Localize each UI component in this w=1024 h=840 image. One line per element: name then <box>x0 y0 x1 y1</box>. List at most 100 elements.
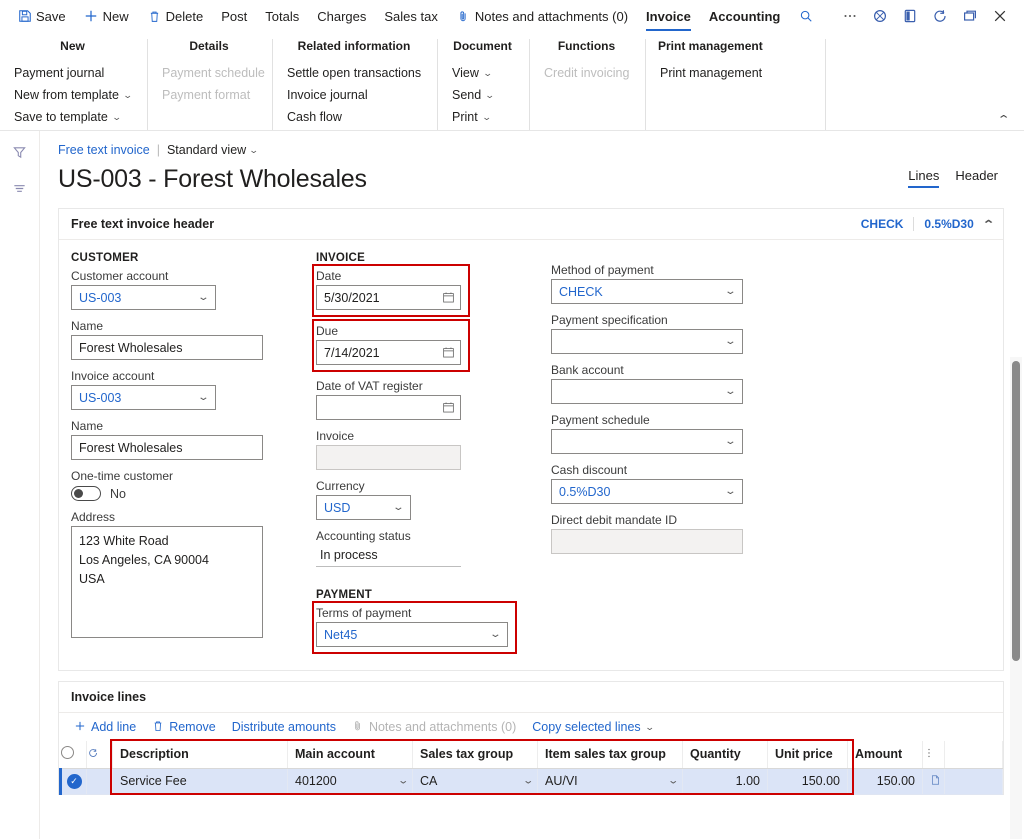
row-indicator-cell <box>86 768 113 795</box>
chevron-up-icon[interactable]: ⌃ <box>982 218 995 231</box>
invoice-account-name-input[interactable]: Forest Wholesales <box>71 435 263 460</box>
calendar-icon[interactable] <box>441 290 456 305</box>
cell-item-sales-tax-group[interactable]: AU/VI ⌄ <box>537 768 683 795</box>
ribbon-settle-open-transactions[interactable]: Settle open transactions <box>285 62 423 84</box>
col-main-account[interactable]: Main account <box>287 741 413 769</box>
cell-main-account[interactable]: 401200 ⌄ <box>287 768 413 795</box>
direct-debit-mandate-id-label: Direct debit mandate ID <box>551 513 678 527</box>
vertical-scrollbar-thumb[interactable] <box>1012 361 1020 661</box>
col-sales-tax-group[interactable]: Sales tax group <box>412 741 538 769</box>
cell-sales-tax-group[interactable]: CA ⌄ <box>412 768 538 795</box>
tab-lines[interactable]: Lines <box>908 168 940 188</box>
invoice-date-input[interactable]: 5/30/2021 <box>316 285 461 310</box>
payment-section-title: PAYMENT <box>316 589 373 601</box>
currency-input[interactable]: USD ⌄ <box>316 495 411 520</box>
ribbon-view[interactable]: View ⌄ <box>450 62 515 84</box>
cell-filler <box>944 768 1003 795</box>
chevron-up-icon[interactable]: ⌃ <box>996 113 1010 126</box>
payment-schedule-input[interactable]: ⌄ <box>551 429 743 454</box>
ribbon-print-management[interactable]: Print management <box>658 62 811 84</box>
ribbon-group-document-title: Document <box>453 39 512 53</box>
command-totals[interactable]: Totals <box>256 0 308 32</box>
command-sales-tax-label: Sales tax <box>384 8 438 24</box>
page-tabs: Lines Header <box>908 168 1024 194</box>
filter-icon[interactable] <box>6 139 34 165</box>
col-description[interactable]: Description <box>112 741 288 769</box>
command-new[interactable]: New <box>75 0 138 32</box>
cash-discount-input[interactable]: 0.5%D30 ⌄ <box>551 479 743 504</box>
col-item-sales-tax-group[interactable]: Item sales tax group <box>537 741 683 769</box>
summary-cash-discount: 0.5%D30 <box>924 217 974 231</box>
command-accounting[interactable]: Accounting <box>700 0 790 32</box>
bank-account-input[interactable]: ⌄ <box>551 379 743 404</box>
restore-window-icon[interactable] <box>956 2 984 30</box>
customer-account-input[interactable]: US-003 ⌄ <box>71 285 216 310</box>
view-selector[interactable]: Standard view ⌄ <box>167 143 259 157</box>
field-due-date: Due 7/14/2021 <box>312 319 539 372</box>
calendar-icon[interactable] <box>441 400 456 415</box>
ribbon-view-label: View <box>452 66 479 80</box>
date-of-vat-register-input[interactable] <box>316 395 461 420</box>
cell-amount[interactable]: 150.00 <box>847 768 923 795</box>
distribute-amounts-button[interactable]: Distribute amounts <box>225 718 343 736</box>
command-sales-tax[interactable]: Sales tax <box>375 0 446 32</box>
table-row[interactable]: ✓ Service Fee 401200 ⌄ CA ⌄ AU/VI ⌄ 1.00… <box>59 768 1003 795</box>
cell-description[interactable]: Service Fee <box>112 768 288 795</box>
list-lines-icon[interactable] <box>6 175 34 201</box>
vertical-scrollbar[interactable] <box>1010 357 1022 839</box>
command-search[interactable] <box>789 0 822 32</box>
one-time-customer-value: No <box>110 486 126 501</box>
currency-value: USD <box>324 500 351 515</box>
address-textarea[interactable]: 123 White Road Los Angeles, CA 90004 USA <box>71 526 263 638</box>
calendar-icon[interactable] <box>441 345 456 360</box>
invoice-lines-titlebar[interactable]: Invoice lines <box>59 682 1003 713</box>
ribbon-cash-flow[interactable]: Cash flow <box>285 106 423 128</box>
method-of-payment-input[interactable]: CHECK ⌄ <box>551 279 743 304</box>
add-line-button[interactable]: Add line <box>67 718 143 737</box>
ribbon-invoice-journal[interactable]: Invoice journal <box>285 84 423 106</box>
command-post[interactable]: Post <box>212 0 256 32</box>
command-invoice[interactable]: Invoice <box>637 0 700 32</box>
col-quantity[interactable]: Quantity <box>682 741 768 769</box>
cell-quantity[interactable]: 1.00 <box>682 768 768 795</box>
due-date-input[interactable]: 7/14/2021 <box>316 340 461 365</box>
breadcrumb-parent-link[interactable]: Free text invoice <box>58 143 150 157</box>
select-all-cell[interactable] <box>60 741 87 769</box>
ribbon-credit-invoicing: Credit invoicing <box>542 62 631 84</box>
terms-of-payment-input[interactable]: Net45 ⌄ <box>316 622 508 647</box>
grid-refresh-cell[interactable] <box>86 741 113 769</box>
cell-document-icon-wrap[interactable] <box>922 768 945 795</box>
ribbon-print[interactable]: Print ⌄ <box>450 106 515 128</box>
copy-selected-lines-button[interactable]: Copy selected lines ⌄ <box>525 718 660 736</box>
remove-line-button[interactable]: Remove <box>145 718 223 737</box>
payment-specification-input[interactable]: ⌄ <box>551 329 743 354</box>
customer-name-input[interactable]: Forest Wholesales <box>71 335 263 360</box>
command-notes-and-attachments[interactable]: Notes and attachments (0) <box>447 0 637 32</box>
refresh-icon[interactable] <box>926 2 954 30</box>
ribbon-save-to-template[interactable]: Save to template ⌄ <box>12 106 133 128</box>
one-time-customer-toggle-row: No <box>71 486 304 501</box>
ribbon-new-from-template[interactable]: New from template ⌄ <box>12 84 133 106</box>
field-currency: Currency USD ⌄ <box>316 479 539 520</box>
cell-unit-price[interactable]: 150.00 <box>767 768 848 795</box>
command-delete[interactable]: Delete <box>138 0 213 32</box>
command-charges[interactable]: Charges <box>308 0 375 32</box>
ribbon-send[interactable]: Send ⌄ <box>450 84 515 106</box>
command-totals-label: Totals <box>265 8 300 24</box>
row-select-cell[interactable]: ✓ <box>59 768 87 795</box>
one-time-customer-toggle[interactable] <box>71 486 101 501</box>
col-unit-price[interactable]: Unit price <box>767 741 848 769</box>
grid-overflow-cell[interactable] <box>922 741 945 769</box>
command-save[interactable]: Save <box>8 0 75 32</box>
ribbon-payment-journal[interactable]: Payment journal <box>12 62 133 84</box>
close-icon[interactable] <box>986 2 1014 30</box>
header-card-titlebar[interactable]: Free text invoice header CHECK 0.5%D30 ⌃ <box>59 209 1003 240</box>
page-body: Free text invoice | Standard view ⌄ US-0… <box>0 131 1024 839</box>
ellipsis-icon[interactable] <box>836 2 864 30</box>
ribbon-payment-format: Payment format <box>160 84 258 106</box>
col-amount[interactable]: Amount <box>847 741 923 769</box>
tab-header[interactable]: Header <box>955 168 998 188</box>
invoice-account-input[interactable]: US-003 ⌄ <box>71 385 216 410</box>
settings-gear-icon[interactable] <box>866 2 894 30</box>
help-icon[interactable] <box>896 2 924 30</box>
